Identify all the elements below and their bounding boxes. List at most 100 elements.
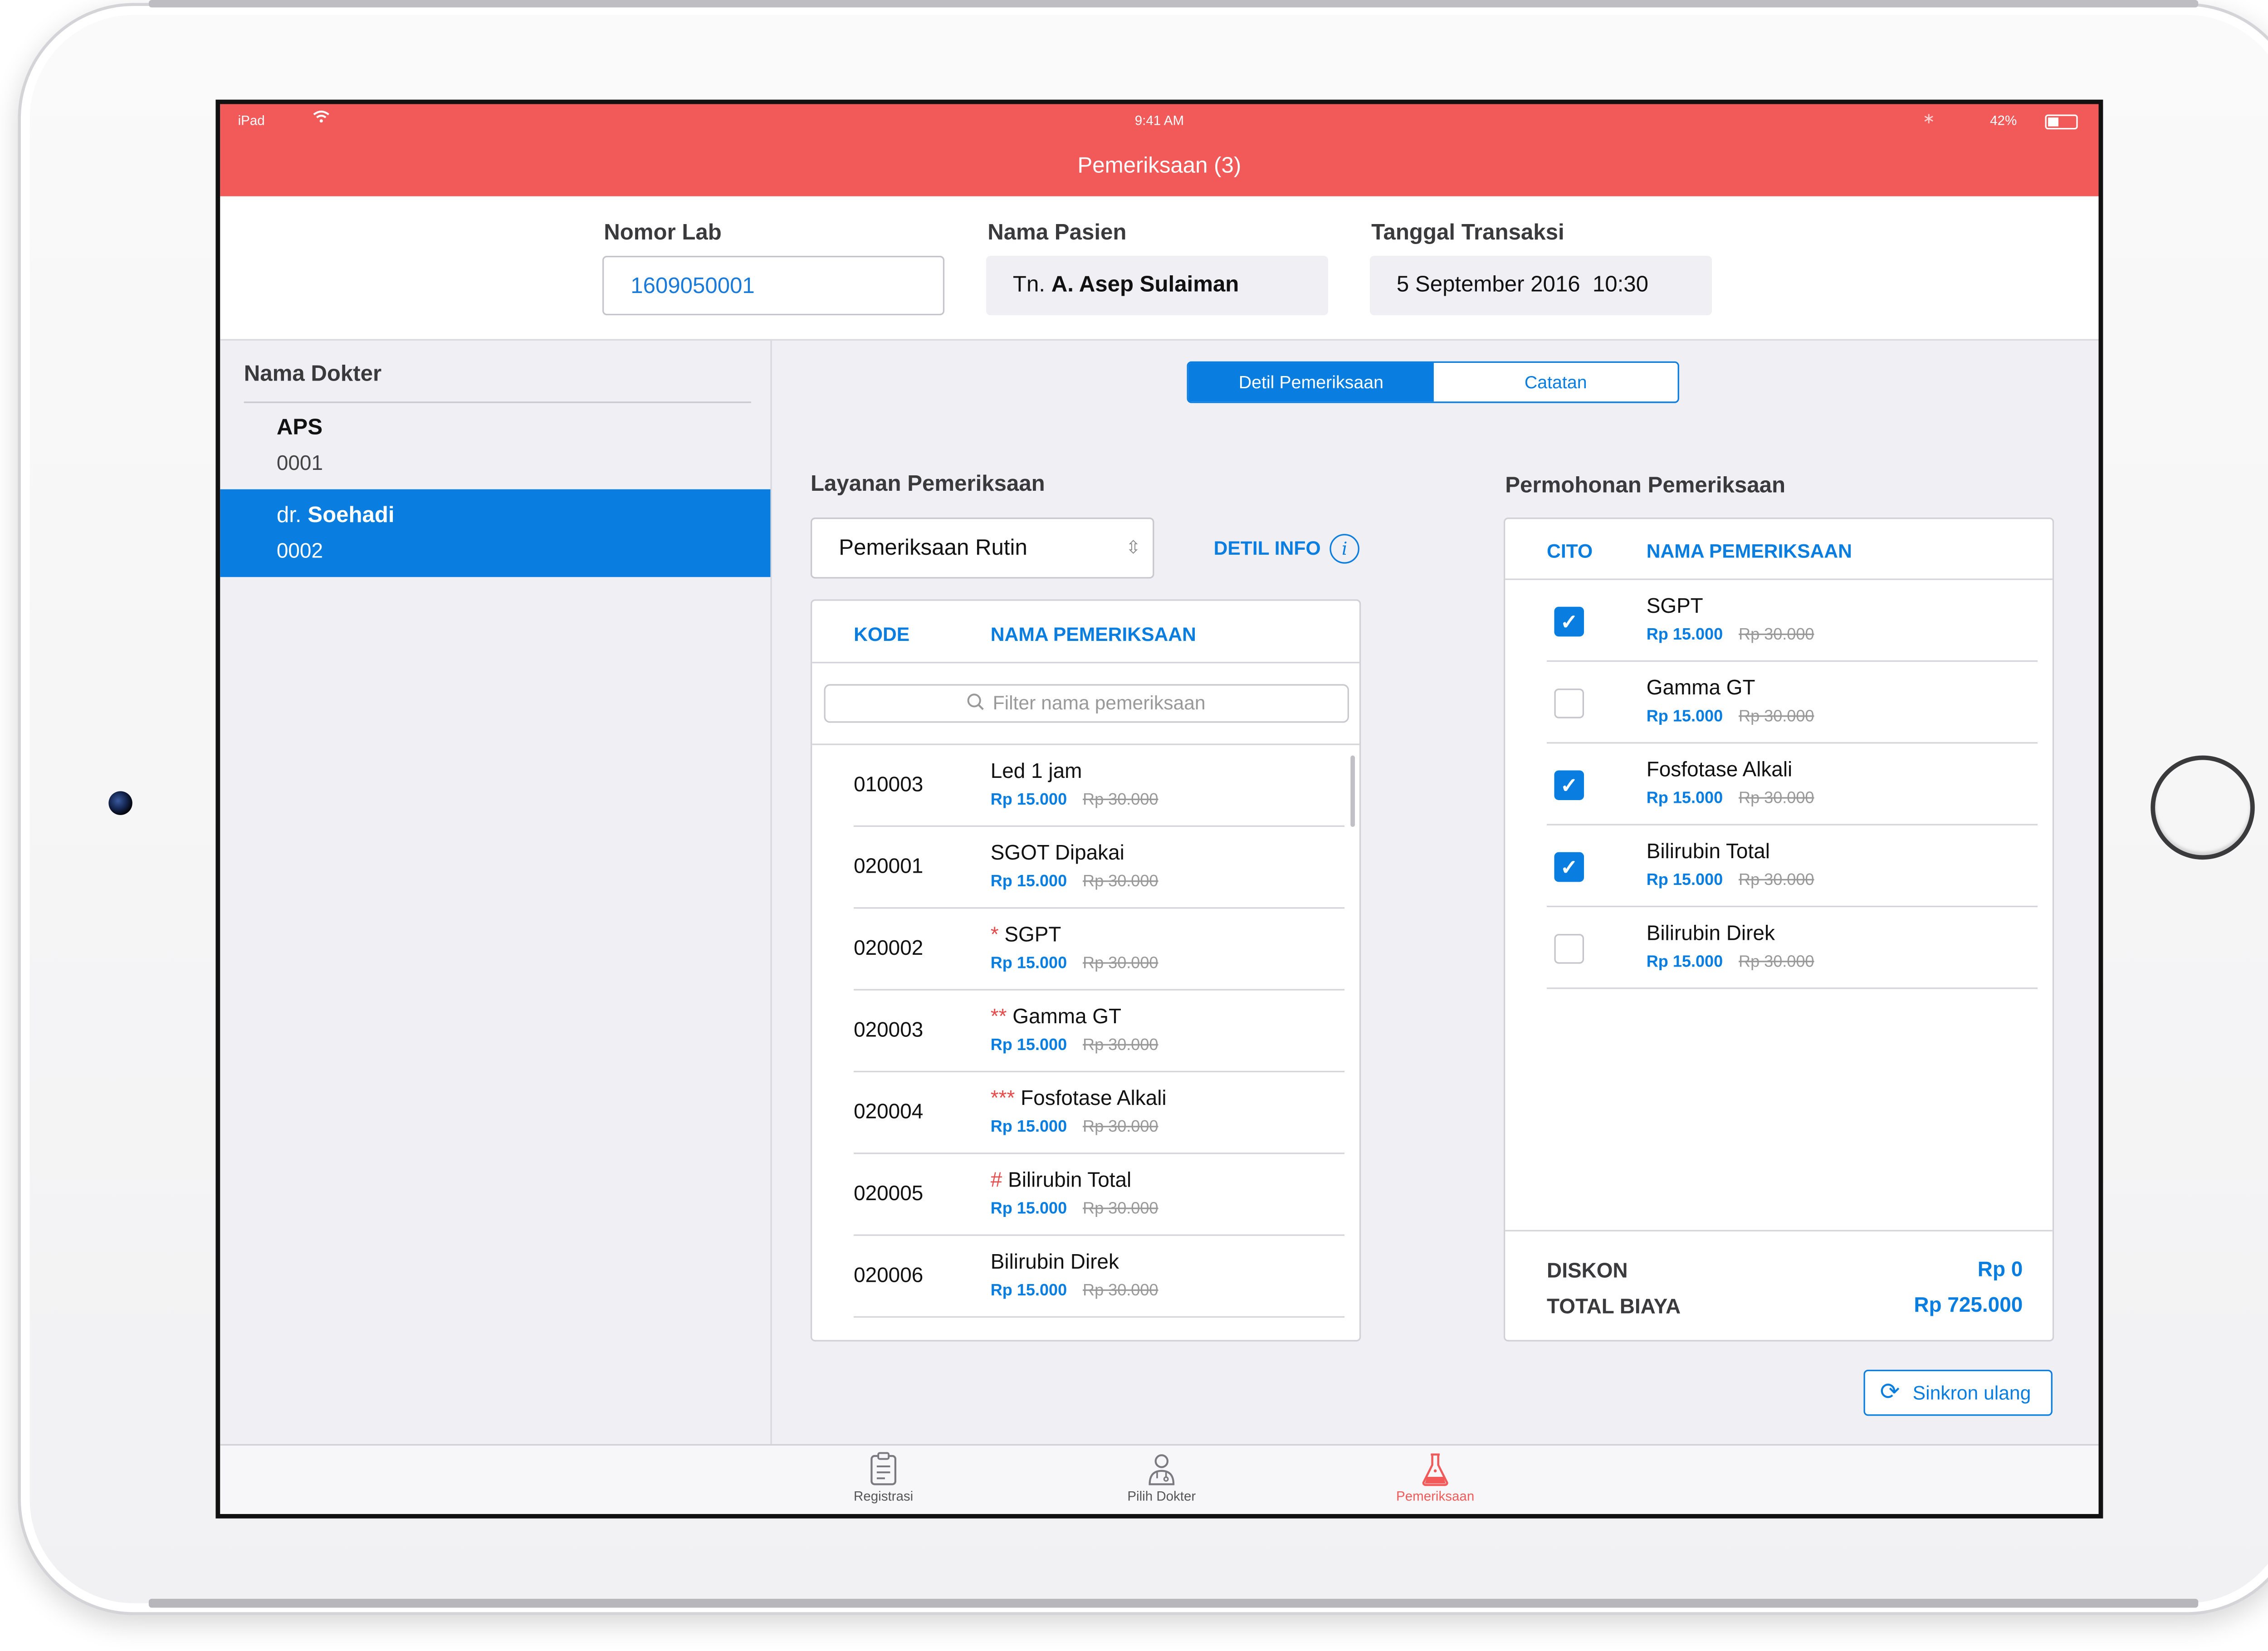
patient-name-field: Tn. A. Asep Sulaiman [986, 255, 1329, 316]
row-name: SGOT Dipakai [991, 840, 1124, 864]
info-icon[interactable]: i [1330, 534, 1359, 564]
row-mark: ** [990, 1004, 1007, 1028]
cito-checkbox-checked[interactable]: ✓ [1554, 852, 1584, 882]
header-divider [812, 662, 1359, 664]
transaction-date-field: 5 September 2016 10:30 [1369, 255, 1712, 316]
row-code: 020004 [854, 1099, 924, 1123]
doctor-icon [1149, 1454, 1175, 1485]
home-button[interactable] [2151, 755, 2255, 860]
doctor-sidebar: Nama Dokter APS 0001 dr. Soehadi 0002 [220, 340, 772, 1444]
row-code: 020003 [854, 1017, 924, 1041]
clipboard-icon [870, 1452, 897, 1485]
row-code: 020001 [854, 854, 924, 878]
lab-number-field[interactable]: 1609050001 [602, 255, 945, 316]
row-name: Led 1 jam [991, 758, 1082, 782]
request-price: Rp 15.000 [1646, 953, 1723, 972]
tab-registrasi[interactable]: Registrasi [794, 1446, 973, 1514]
request-row: Gamma GT Rp 15.000 Rp 30.000 [1505, 662, 2053, 744]
table-row[interactable]: 020002 * SGPT Rp 15.000 Rp 30.000 [812, 909, 1347, 991]
sync-button[interactable]: ⟳ Sinkron ulang [1863, 1369, 2053, 1416]
request-old-price: Rp 30.000 [1739, 790, 1814, 808]
tab-label: Registrasi [854, 1489, 914, 1504]
tab-bar: Registrasi Pilih Dokter Pemeriksaan [220, 1444, 2099, 1514]
row-mark: * [990, 922, 999, 946]
status-battery-text: 42% [1990, 113, 2017, 128]
table-row[interactable]: 020003 ** Gamma GT Rp 15.000 Rp 30.000 [812, 991, 1347, 1073]
request-price: Rp 15.000 [1646, 790, 1723, 808]
request-row: ✓ Bilirubin Total Rp 15.000 Rp 30.000 [1505, 826, 2053, 908]
service-type-value: Pemeriksaan Rutin [839, 535, 1027, 561]
request-price: Rp 15.000 [1646, 871, 1723, 889]
request-row: ✓ SGPT Rp 15.000 Rp 30.000 [1505, 580, 2053, 662]
filter-input[interactable]: Filter nama pemeriksaan [824, 684, 1349, 723]
requests-title: Permohonan Pemeriksaan [1505, 473, 1786, 498]
table-row[interactable]: 020005 # Bilirubin Total Rp 15.000 Rp 30… [812, 1154, 1347, 1236]
row-price: Rp 15.000 [990, 1200, 1067, 1218]
row-mark: # [990, 1167, 1002, 1192]
row-name-text: SGPT [1004, 922, 1061, 946]
row-old-price: Rp 30.000 [1083, 1036, 1158, 1055]
battery-icon [2045, 114, 2078, 130]
app-screen: iPad 9:41 AM ∗ 42% Pemeriksaan (3) Nomor… [215, 99, 2103, 1519]
row-old-price: Rp 30.000 [1083, 1118, 1158, 1137]
detail-info-link[interactable]: DETIL INFO [1214, 537, 1321, 559]
request-row: Bilirubin Direk Rp 15.000 Rp 30.000 [1505, 907, 2053, 989]
row-name: *** Fosfotase Alkali [991, 1086, 1167, 1109]
tab-catatan[interactable]: Catatan [1434, 363, 1678, 401]
camera-icon [108, 791, 132, 815]
tab-pilih-dokter[interactable]: Pilih Dokter [1072, 1446, 1251, 1514]
table-row[interactable]: 020004 *** Fosfotase Alkali Rp 15.000 Rp… [812, 1072, 1347, 1154]
total-value: Rp 725.000 [1914, 1292, 2023, 1316]
chevron-updown-icon: ⇳ [1125, 537, 1141, 558]
row-code: 020005 [854, 1181, 924, 1205]
services-title: Layanan Pemeriksaan [811, 471, 1045, 497]
doctor-code: 0002 [276, 538, 323, 562]
tab-detil-pemeriksaan[interactable]: Detil Pemeriksaan [1188, 363, 1434, 402]
transaction-header: Nomor Lab 1609050001 Nama Pasien Tn. A. … [220, 196, 2099, 341]
device-edge-top [148, 0, 2199, 8]
row-name: Bilirubin Direk [991, 1249, 1119, 1273]
search-icon [968, 694, 985, 710]
summary-divider [1505, 1230, 2053, 1231]
detail-segmented-control: Detil Pemeriksaan Catatan [1187, 361, 1679, 403]
page-title: Pemeriksaan (3) [1077, 153, 1242, 179]
request-name: Bilirubin Direk [1646, 920, 1775, 945]
row-price: Rp 15.000 [990, 955, 1067, 973]
tab-pemeriksaan[interactable]: Pemeriksaan [1346, 1446, 1524, 1514]
row-divider [854, 1316, 1345, 1318]
cito-checkbox[interactable] [1554, 689, 1584, 718]
navigation-bar: iPad 9:41 AM ∗ 42% Pemeriksaan (3) [220, 104, 2099, 196]
request-name: Gamma GT [1646, 675, 1755, 699]
row-name-text: SGOT Dipakai [990, 840, 1124, 865]
cito-checkbox[interactable] [1554, 934, 1584, 964]
list-scrollbar[interactable] [1350, 755, 1355, 827]
request-old-price: Rp 30.000 [1739, 953, 1814, 972]
refresh-icon: ⟳ [1880, 1380, 1900, 1406]
service-type-select[interactable]: Pemeriksaan Rutin ⇳ [811, 518, 1154, 579]
table-row[interactable]: 020006 Bilirubin Direk Rp 15.000 Rp 30.0… [812, 1236, 1347, 1318]
table-row[interactable]: 020001 SGOT Dipakai Rp 15.000 Rp 30.000 [812, 827, 1347, 909]
discount-label: DISKON [1547, 1258, 1628, 1282]
column-nama-pemeriksaan: NAMA PEMERIKSAAN [990, 623, 1196, 646]
patient-name: A. Asep Sulaiman [1051, 272, 1239, 298]
row-price: Rp 15.000 [990, 1036, 1067, 1055]
column-kode: KODE [854, 623, 910, 646]
row-code: 010003 [854, 772, 924, 796]
row-old-price: Rp 30.000 [1083, 791, 1158, 809]
row-divider [1547, 987, 2038, 989]
request-old-price: Rp 30.000 [1739, 708, 1814, 726]
cito-checkbox-checked[interactable]: ✓ [1554, 606, 1584, 637]
doctor-item-soehadi[interactable]: dr. Soehadi 0002 [220, 489, 771, 577]
request-name: Fosfotase Alkali [1646, 757, 1793, 781]
table-row[interactable]: 010003 Led 1 jam Rp 15.000 Rp 30.000 [812, 745, 1347, 827]
row-name-text: Fosfotase Alkali [1021, 1085, 1167, 1110]
cito-checkbox-checked[interactable]: ✓ [1554, 770, 1584, 801]
row-name: ** Gamma GT [991, 1004, 1121, 1027]
lab-number-label: Nomor Lab [604, 220, 722, 246]
doctor-item-aps[interactable]: APS 0001 [220, 401, 770, 489]
request-name: Bilirubin Total [1646, 839, 1770, 863]
row-name-text: Bilirubin Total [1008, 1167, 1132, 1192]
sidebar-title: Nama Dokter [244, 361, 382, 387]
row-price: Rp 15.000 [990, 873, 1067, 891]
row-name-text: Gamma GT [1012, 1004, 1122, 1028]
